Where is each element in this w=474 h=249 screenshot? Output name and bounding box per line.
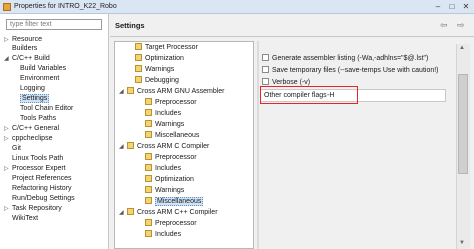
tree-item-optimization[interactable]: Optimization	[135, 54, 184, 64]
nav-item-builders[interactable]: Builders	[12, 44, 37, 53]
tool-icon	[127, 87, 134, 94]
nav-item-run-debug-settings[interactable]: Run/Debug Settings	[12, 194, 75, 203]
settings-folder-icon	[145, 219, 152, 226]
filter-input[interactable]: type filter text	[6, 19, 102, 30]
nav-item-logging[interactable]: Logging	[20, 84, 45, 93]
tool-settings-tree: Target Processor Optimization Warnings D…	[114, 41, 254, 249]
settings-folder-icon	[145, 197, 152, 204]
settings-folder-icon	[145, 98, 152, 105]
settings-folder-icon	[135, 54, 142, 61]
scroll-down-icon[interactable]: ▼	[459, 240, 465, 246]
checkbox-label: Verbose (-v)	[272, 79, 311, 86]
scrollbar-thumb[interactable]	[458, 74, 468, 174]
tool-icon	[127, 208, 134, 215]
tree-item-target-processor[interactable]: Target Processor	[135, 43, 198, 53]
tree-item-asm-miscellaneous[interactable]: Miscellaneous	[145, 131, 199, 141]
nav-item-settings[interactable]: Settings	[20, 94, 50, 103]
nav-item-tools-paths[interactable]: Tools Paths	[20, 114, 56, 123]
tree-item-debugging[interactable]: Debugging	[135, 76, 179, 86]
collapse-arrow-icon[interactable]: ◢	[119, 87, 127, 97]
settings-pane: Settings ⇦ ⇨ Target Processor Optimizati…	[110, 14, 474, 249]
settings-folder-icon	[145, 120, 152, 127]
tree-item-warnings[interactable]: Warnings	[135, 65, 174, 75]
nav-item-cppcheclipse[interactable]: ▷ cppcheclipse	[4, 134, 52, 143]
maximize-button[interactable]: □	[446, 1, 458, 12]
nav-item-git[interactable]: Git	[12, 144, 21, 153]
tree-item-c-optimization[interactable]: Optimization	[145, 175, 194, 185]
expand-arrow-icon[interactable]: ▷	[4, 36, 12, 45]
expand-arrow-icon[interactable]: ▷	[4, 135, 12, 144]
nav-item-cpp-general[interactable]: ▷ C/C++ General	[4, 124, 59, 133]
settings-folder-icon	[145, 230, 152, 237]
tree-item-c-miscellaneous[interactable]: Miscellaneous	[145, 197, 204, 207]
settings-folder-icon	[145, 109, 152, 116]
expand-arrow-icon[interactable]: ▷	[4, 205, 12, 214]
title-bar: Properties for INTRO_K22_Robo – □ ✕	[0, 0, 474, 14]
window-title: Properties for INTRO_K22_Robo	[14, 3, 117, 10]
settings-folder-icon	[145, 153, 152, 160]
tool-icon	[127, 142, 134, 149]
collapse-arrow-icon[interactable]: ◢	[119, 142, 127, 152]
tree-item-asm-preprocessor[interactable]: Preprocessor	[145, 98, 197, 108]
settings-folder-icon	[135, 76, 142, 83]
expand-arrow-icon[interactable]: ▷	[4, 165, 12, 174]
tree-item-c-warnings[interactable]: Warnings	[145, 186, 184, 196]
nav-item-resource[interactable]: ▷ Resource	[4, 35, 42, 44]
close-button[interactable]: ✕	[459, 1, 473, 12]
nav-item-linux-tools-path[interactable]: Linux Tools Path	[12, 154, 63, 163]
settings-folder-icon	[145, 131, 152, 138]
checkbox-label: Generate assembler listing (-Wa,-adhlns=…	[272, 55, 429, 62]
tree-item-asm-includes[interactable]: Includes	[145, 109, 181, 119]
minimize-button[interactable]: –	[432, 1, 444, 12]
pane-splitter[interactable]	[257, 41, 259, 249]
expand-arrow-icon[interactable]: ▷	[4, 125, 12, 134]
highlight-box	[260, 86, 358, 104]
nav-item-wikitext[interactable]: WikiText	[12, 214, 38, 223]
generate-listing-checkbox[interactable]	[262, 54, 269, 61]
nav-item-environment[interactable]: Environment	[20, 74, 59, 83]
verbose-checkbox[interactable]	[262, 78, 269, 85]
save-temps-option[interactable]: Save temporary files (--save-temps Use w…	[262, 66, 439, 76]
tree-item-c-preprocessor[interactable]: Preprocessor	[145, 153, 197, 163]
forward-arrow-icon[interactable]: ⇨	[457, 20, 465, 31]
generate-listing-option[interactable]: Generate assembler listing (-Wa,-adhlns=…	[262, 54, 428, 64]
nav-item-tool-chain-editor[interactable]: Tool Chain Editor	[20, 104, 73, 113]
tree-item-c-includes[interactable]: Includes	[145, 164, 181, 174]
tree-item-cpp-compiler[interactable]: ◢ Cross ARM C++ Compiler	[119, 208, 218, 218]
page-title: Settings	[115, 21, 145, 30]
tree-item-cpp-includes[interactable]: Includes	[145, 230, 181, 240]
save-temps-checkbox[interactable]	[262, 66, 269, 73]
collapse-arrow-icon[interactable]: ◢	[4, 55, 12, 64]
back-arrow-icon[interactable]: ⇦	[440, 20, 448, 31]
properties-icon	[3, 3, 11, 11]
scroll-up-icon[interactable]: ▲	[459, 45, 465, 51]
settings-folder-icon	[145, 164, 152, 171]
settings-folder-icon	[145, 186, 152, 193]
settings-folder-icon	[135, 65, 142, 72]
divider	[110, 36, 474, 37]
nav-item-task-repository[interactable]: ▷ Task Repository	[4, 204, 62, 213]
nav-item-processor-expert[interactable]: ▷ Processor Expert	[4, 164, 66, 173]
tree-item-cpp-preprocessor[interactable]: Preprocessor	[145, 219, 197, 229]
tree-item-c-compiler[interactable]: ◢ Cross ARM C Compiler	[119, 142, 209, 152]
collapse-arrow-icon[interactable]: ◢	[119, 208, 127, 218]
tree-item-assembler[interactable]: ◢ Cross ARM GNU Assembler	[119, 87, 225, 97]
nav-item-build-variables[interactable]: Build Variables	[20, 64, 66, 73]
nav-item-refactoring-history[interactable]: Refactoring History	[12, 184, 72, 193]
property-nav-pane: type filter text ▷ Resource Builders ◢ C/C…	[0, 14, 109, 249]
nav-item-cpp-build[interactable]: ◢ C/C++ Build	[4, 54, 50, 63]
tree-item-asm-warnings[interactable]: Warnings	[145, 120, 184, 130]
settings-folder-icon	[145, 175, 152, 182]
checkbox-label: Save temporary files (--save-temps Use w…	[272, 67, 439, 74]
settings-folder-icon	[135, 43, 142, 50]
options-panel: Generate assembler listing (-Wa,-adhlns=…	[260, 41, 474, 249]
nav-item-project-references[interactable]: Project References	[12, 174, 72, 183]
